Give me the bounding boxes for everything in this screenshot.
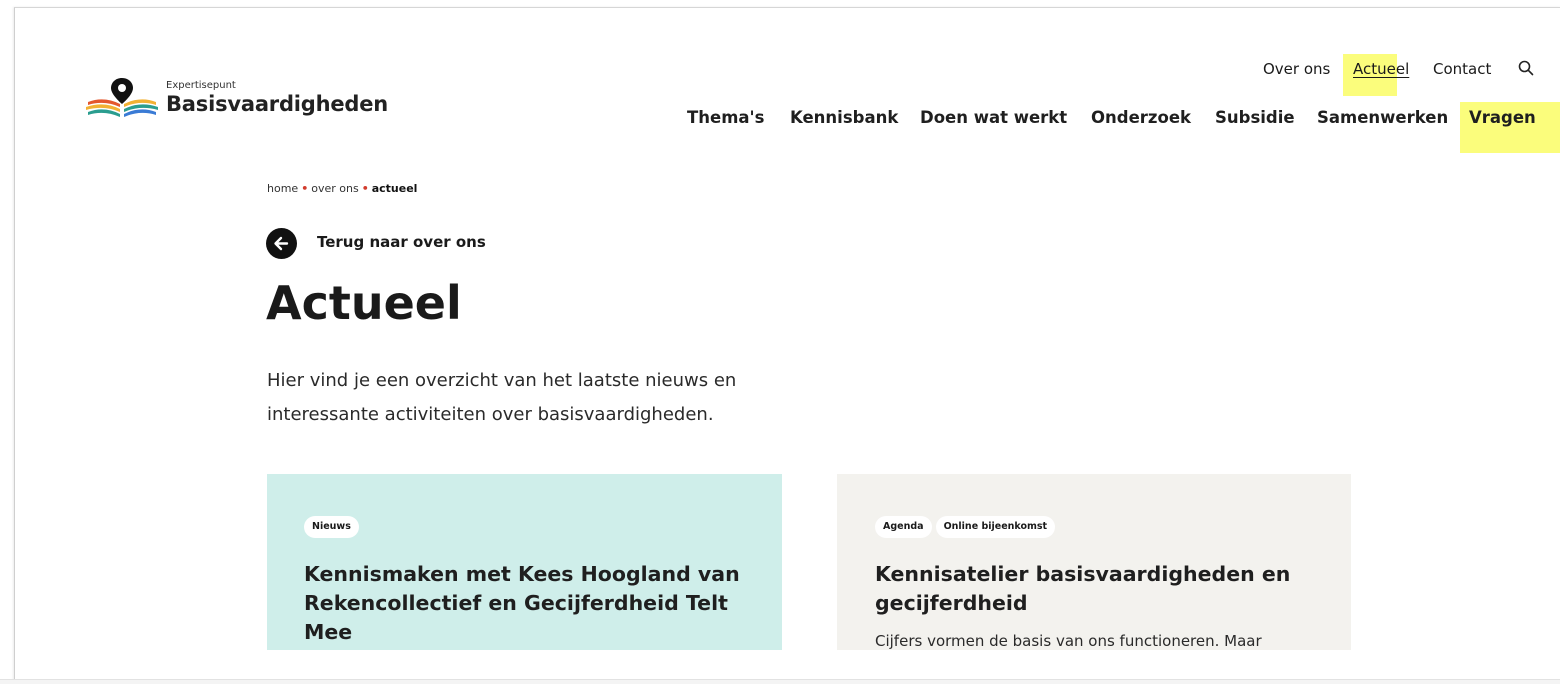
nav-kennisbank[interactable]: Kennisbank <box>790 108 898 127</box>
nav-subsidie[interactable]: Subsidie <box>1215 108 1295 127</box>
card-title[interactable]: Kennisatelier basisvaardigheden en gecij… <box>875 560 1315 618</box>
arrow-left-icon <box>266 228 297 259</box>
back-link-label: Terug naar over ons <box>317 233 486 251</box>
card-tags: Nieuws <box>304 514 363 538</box>
topnav-contact[interactable]: Contact <box>1433 60 1491 78</box>
breadcrumb-separator: • <box>301 182 309 195</box>
tag-online-bijeenkomst: Online bijeenkomst <box>935 516 1056 538</box>
search-icon[interactable] <box>1518 60 1534 80</box>
tag-agenda: Agenda <box>875 516 932 538</box>
logo-icon <box>86 78 158 117</box>
logo-name: Basisvaardigheden <box>166 92 389 116</box>
agenda-card[interactable]: Agenda Online bijeenkomst Kennisatelier b… <box>837 474 1351 650</box>
news-card[interactable]: Nieuws Kennismaken met Kees Hoogland van… <box>267 474 782 650</box>
page-title: Actueel <box>266 276 462 330</box>
nav-doen-wat-werkt[interactable]: Doen wat werkt <box>920 108 1067 127</box>
card-tags: Agenda Online bijeenkomst <box>875 514 1059 538</box>
breadcrumb-home[interactable]: home <box>267 182 298 195</box>
page-intro: Hier vind je een overzicht van het laats… <box>267 364 807 432</box>
nav-samenwerken[interactable]: Samenwerken <box>1317 108 1448 127</box>
intro-line: Hier vind je een overzicht van het laats… <box>267 370 737 391</box>
logo-subtitle: Expertisepunt <box>166 80 236 91</box>
breadcrumb-over-ons[interactable]: over ons <box>311 182 358 195</box>
nav-vragen[interactable]: Vragen <box>1469 108 1536 127</box>
topnav-over-ons[interactable]: Over ons <box>1263 60 1330 78</box>
breadcrumb: home • over ons • actueel <box>267 182 417 195</box>
tag-nieuws: Nieuws <box>304 516 359 538</box>
card-description: Cijfers vormen de basis van ons function… <box>875 632 1262 650</box>
viewport-bottom-edge <box>0 679 1560 684</box>
site-logo[interactable]: Expertisepunt Basisvaardigheden <box>86 74 389 124</box>
breadcrumb-current: actueel <box>371 182 418 195</box>
nav-themas[interactable]: Thema's <box>687 108 764 127</box>
intro-line: interessante activiteiten over basisvaar… <box>267 404 714 425</box>
breadcrumb-separator: • <box>361 182 369 195</box>
topnav-actueel[interactable]: Actueel <box>1353 60 1409 78</box>
card-title[interactable]: Kennismaken met Kees Hoogland van Rekenc… <box>304 560 744 647</box>
nav-onderzoek[interactable]: Onderzoek <box>1091 108 1191 127</box>
